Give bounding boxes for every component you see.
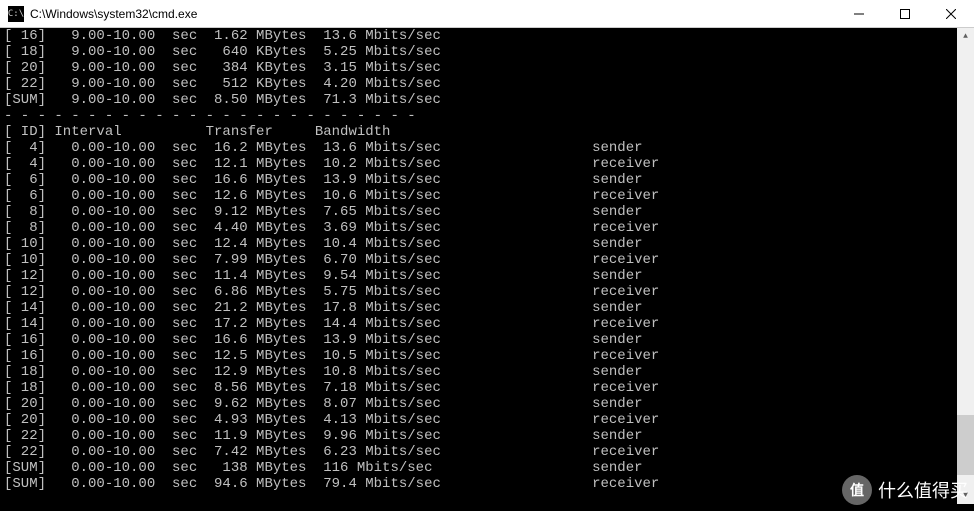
vertical-scrollbar[interactable]: ▲ ▼ bbox=[957, 28, 974, 504]
watermark: 值 什么值得买 bbox=[842, 475, 968, 505]
scroll-track[interactable] bbox=[957, 45, 974, 487]
cmd-icon: C:\ bbox=[8, 6, 24, 22]
console-output[interactable]: [ 16] 9.00-10.00 sec 1.62 MBytes 13.6 Mb… bbox=[0, 28, 974, 504]
scroll-up-button[interactable]: ▲ bbox=[957, 28, 974, 45]
window-title: C:\Windows\system32\cmd.exe bbox=[30, 7, 836, 21]
window-controls bbox=[836, 0, 974, 27]
minimize-button[interactable] bbox=[836, 0, 882, 27]
maximize-button[interactable] bbox=[882, 0, 928, 27]
close-button[interactable] bbox=[928, 0, 974, 27]
titlebar[interactable]: C:\ C:\Windows\system32\cmd.exe bbox=[0, 0, 974, 28]
watermark-badge-icon: 值 bbox=[842, 475, 872, 505]
scroll-thumb[interactable] bbox=[957, 415, 974, 475]
watermark-text: 什么值得买 bbox=[878, 477, 968, 503]
